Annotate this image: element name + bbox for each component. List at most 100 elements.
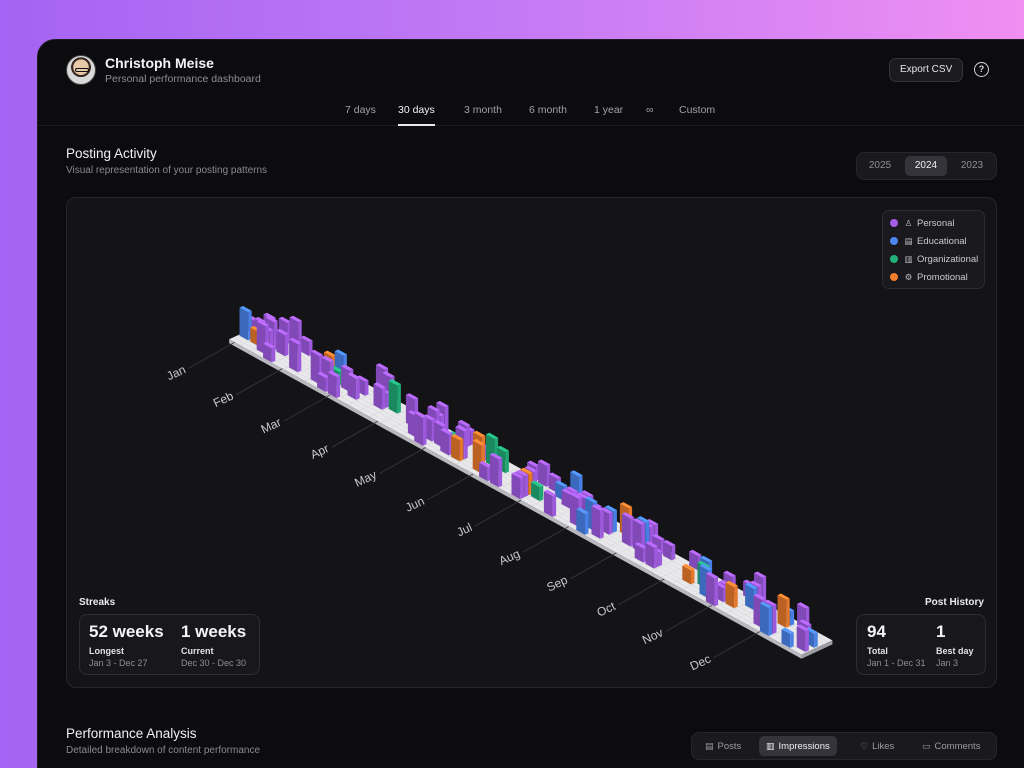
- metric-label: Impressions: [778, 741, 830, 752]
- activity-bar[interactable]: [414, 411, 427, 446]
- posting-activity-subtitle: Visual representation of your posting pa…: [66, 165, 268, 176]
- activity-bar[interactable]: [645, 541, 658, 569]
- month-leader-line: [283, 394, 331, 422]
- export-csv-button[interactable]: Export CSV: [889, 58, 964, 82]
- month-label: Apr: [308, 441, 331, 462]
- month-leader-line: [618, 578, 665, 606]
- post-history-label: Post History: [925, 597, 984, 608]
- activity-bar[interactable]: [777, 593, 790, 628]
- bar-chart-icon: ▥: [766, 741, 775, 751]
- performance-analysis-subtitle: Detailed breakdown of content performanc…: [66, 745, 261, 756]
- posting-activity-chart: Jan Feb Mar Apr May Jun Jul Aug Sep Oct Nov Dec ♙ P…: [66, 197, 997, 688]
- year-2024[interactable]: 2024: [905, 156, 947, 176]
- help-icon[interactable]: ?: [974, 62, 989, 77]
- month-label: Dec: [688, 652, 713, 674]
- header: Christoph Meise Personal performance das…: [38, 40, 1024, 126]
- longest-streak-label: Longest: [89, 646, 124, 656]
- activity-bar[interactable]: [759, 601, 773, 636]
- activity-bar[interactable]: [705, 571, 719, 607]
- activity-bar[interactable]: [489, 452, 503, 488]
- month-leader-line: [474, 499, 522, 527]
- month-label: Jul: [454, 520, 474, 539]
- longest-streak-value: 52 weeks: [89, 622, 164, 641]
- activity-bar[interactable]: [796, 624, 809, 652]
- legend-swatch-promotional: [890, 273, 898, 281]
- comment-icon: ▭: [922, 741, 931, 751]
- range-tab-30-days[interactable]: 30 days: [398, 104, 435, 126]
- activity-bar[interactable]: [388, 379, 401, 414]
- activity-bar[interactable]: [289, 337, 302, 373]
- metric-selector: ▤ Posts ▥ Impressions ♡ Likes ▭ Comments: [691, 732, 997, 760]
- activity-bar[interactable]: [511, 471, 524, 500]
- legend-swatch-educational: [890, 237, 898, 245]
- month-leader-line: [713, 631, 760, 658]
- legend-personal[interactable]: ♙ Personal: [890, 216, 955, 230]
- total-posts-range: Jan 1 - Dec 31: [867, 658, 926, 668]
- legend-swatch-personal: [890, 219, 898, 227]
- activity-bar[interactable]: [239, 306, 252, 341]
- legend-organizational[interactable]: ▥ Organizational: [890, 252, 978, 266]
- year-2023[interactable]: 2023: [951, 156, 993, 176]
- year-2025[interactable]: 2025: [859, 156, 901, 176]
- activity-bar[interactable]: [451, 434, 464, 462]
- legend-label: Organizational: [917, 253, 979, 265]
- month-leader-line: [379, 447, 426, 474]
- metric-likes[interactable]: ♡ Likes: [853, 736, 901, 756]
- total-posts-label: Total: [867, 646, 888, 656]
- person-icon: ♙: [904, 217, 913, 228]
- metric-posts[interactable]: ▤ Posts: [698, 736, 748, 756]
- activity-bar[interactable]: [576, 507, 589, 535]
- month-label: May: [352, 468, 378, 490]
- post-history-card: 94 Total Jan 1 - Dec 31 1 Best day Jan 3: [856, 614, 986, 675]
- month-leader-line: [522, 526, 569, 553]
- streaks-card: 52 weeks Longest Jan 3 - Dec 27 1 weeks …: [79, 614, 260, 675]
- activity-bar[interactable]: [725, 580, 738, 609]
- range-tab-1-year[interactable]: 1 year: [594, 104, 623, 126]
- month-leader-line: [188, 341, 235, 369]
- range-tab-6-month[interactable]: 6 month: [529, 104, 567, 126]
- range-tab-7-days[interactable]: 7 days: [345, 104, 376, 126]
- month-leader-line: [665, 604, 713, 632]
- activity-bar[interactable]: [276, 328, 289, 357]
- avatar[interactable]: [66, 55, 96, 85]
- legend-label: Educational: [917, 235, 967, 247]
- month-label: Oct: [595, 599, 618, 620]
- range-tab-3-month[interactable]: 3 month: [464, 104, 502, 126]
- metric-impressions[interactable]: ▥ Impressions: [759, 736, 837, 756]
- activity-bar[interactable]: [591, 504, 604, 539]
- year-selector: 2025 2024 2023: [856, 152, 997, 180]
- best-day-value: 1: [936, 622, 946, 641]
- legend-swatch-organizational: [890, 255, 898, 263]
- range-tab-custom[interactable]: Custom: [679, 104, 715, 126]
- legend-promotional[interactable]: ⚙ Promotional: [890, 270, 968, 284]
- month-label: Sep: [544, 573, 570, 595]
- activity-bar[interactable]: [543, 489, 557, 517]
- document-icon: ▤: [705, 741, 714, 751]
- user-name: Christoph Meise: [105, 55, 214, 71]
- activity-bar[interactable]: [347, 372, 360, 400]
- metric-comments[interactable]: ▭ Comments: [915, 736, 987, 756]
- performance-analysis-title: Performance Analysis: [66, 726, 197, 741]
- megaphone-icon: ⚙: [904, 271, 913, 282]
- grid-base-edge: [229, 339, 802, 659]
- activity-bar[interactable]: [373, 382, 386, 410]
- thumbs-up-icon: ♡: [860, 741, 869, 751]
- metric-label: Likes: [872, 741, 895, 752]
- range-tabs: 7 days 30 days 3 month 6 month 1 year ∞ …: [38, 100, 1024, 126]
- range-tab-all-time[interactable]: ∞: [646, 104, 654, 126]
- best-day-range: Jan 3: [936, 658, 959, 668]
- month-label: Feb: [211, 389, 236, 411]
- best-day-label: Best day: [936, 646, 974, 656]
- activity-bar[interactable]: [537, 459, 551, 487]
- posting-activity-title: Posting Activity: [66, 146, 157, 161]
- activity-bar[interactable]: [440, 428, 453, 456]
- activity-bar[interactable]: [621, 512, 635, 547]
- month-leader-line: [570, 552, 617, 580]
- month-label: Jan: [164, 362, 187, 383]
- legend-educational[interactable]: ▤ Educational: [890, 234, 967, 248]
- total-posts-value: 94: [867, 622, 886, 641]
- current-streak-label: Current: [181, 646, 214, 656]
- legend-label: Promotional: [917, 271, 968, 283]
- current-streak-range: Dec 30 - Dec 30: [181, 658, 247, 668]
- activity-bar[interactable]: [327, 370, 341, 399]
